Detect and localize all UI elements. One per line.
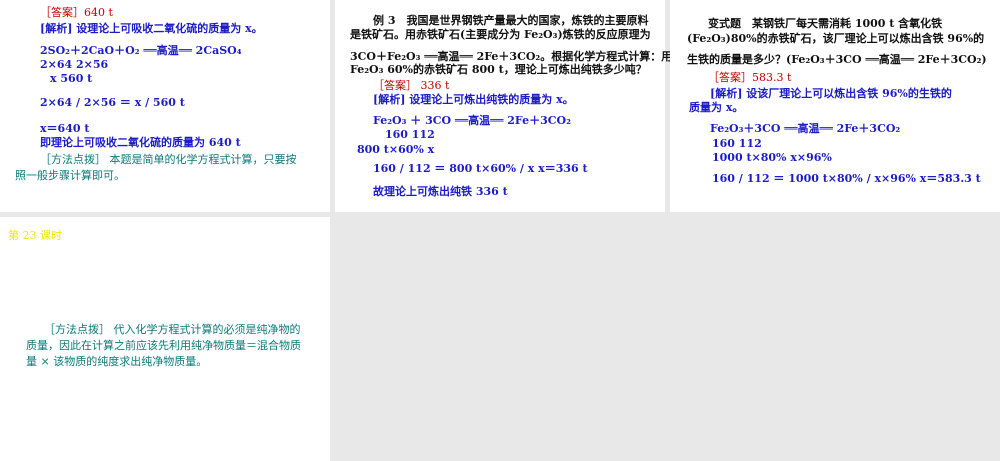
- text-line: Fe₂O₃＋3CO ══高温══ 2Fe＋3CO₂: [710, 122, 901, 135]
- text-line: 2×64 2×56: [40, 58, 109, 71]
- text-line: 160 112: [712, 137, 762, 150]
- text-line: Fe₂O₃ 60%的赤铁矿石 800 t，理论上可炼出纯铁多少吨？: [350, 63, 647, 76]
- text-line: 2SO₂＋2CaO＋O₂ ══高温══ 2CaSO₄: [40, 44, 242, 57]
- text-line: 质量，因此在计算之前应该先利用纯净物质量＝混合物质: [26, 339, 301, 352]
- text-line: 1000 t×80% x×96%: [712, 151, 832, 164]
- text-line: ［答案］640 t: [40, 6, 113, 19]
- text-line: 量 × 该物质的纯度求出纯净物质量。: [26, 355, 208, 368]
- text-line: 质量为 x。: [689, 101, 744, 114]
- text-line: x＝640 t: [40, 122, 90, 135]
- text-line: ［方法点拨］ 代入化学方程式计算的必须是纯净物的: [44, 323, 301, 336]
- lesson-title: 第 23 课时: [8, 229, 62, 242]
- text-line: x 560 t: [50, 72, 93, 85]
- text-line: [解析] 设理论上可炼出纯铁的质量为 x。: [373, 93, 574, 106]
- text-line: (Fe₂O₃)80%的赤铁矿石，该厂理论上可以炼出含铁 96%的: [687, 32, 985, 45]
- text-line: 800 t×60% x: [357, 143, 435, 156]
- text-line: 变式题 某钢铁厂每天需消耗 1000 t 含氧化铁: [708, 17, 943, 30]
- text-line: 照一般步骤计算即可。: [15, 169, 125, 182]
- slide-3[interactable]: 变式题 某钢铁厂每天需消耗 1000 t 含氧化铁 (Fe₂O₃)80%的赤铁矿石…: [670, 0, 1000, 212]
- text-line: 即理论上可吸收二氧化硫的质量为 640 t: [40, 136, 241, 149]
- text-line: 160 112: [385, 128, 435, 141]
- slide-1[interactable]: ［答案］640 t [解析] 设理论上可吸收二氧化硫的质量为 x。 2SO₂＋2Ca…: [0, 0, 330, 212]
- text-line: 160 / 112 ＝ 1000 t×80% / x×96% x＝583.3 t: [712, 172, 981, 185]
- text-line: 160 / 112 ＝ 800 t×60% / x x＝336 t: [373, 162, 588, 175]
- text-line: 例 3 我国是世界钢铁产量最大的国家，炼铁的主要原料: [373, 14, 649, 27]
- text-line: 生铁的质量是多少？(Fe₂O₃＋3CO ══高温══ 2Fe＋3CO₂): [687, 53, 987, 66]
- text-line: Fe₂O₃ ＋ 3CO ══高温══ 2Fe＋3CO₂: [373, 114, 571, 127]
- text-line: 是铁矿石。用赤铁矿石(主要成分为 Fe₂O₃)炼铁的反应原理为: [350, 28, 651, 41]
- text-line: ［方法点拨］ 本题是简单的化学方程式计算，只要按: [40, 153, 297, 166]
- text-line: ［答案］ 336 t: [373, 79, 450, 92]
- text-line: [解析] 设该厂理论上可以炼出含铁 96%的生铁的: [710, 87, 952, 100]
- text-line: ［答案］583.3 t: [708, 71, 792, 84]
- text-line: 故理论上可炼出纯铁 336 t: [373, 185, 508, 198]
- text-line: 2×64 / 2×56 ＝ x / 560 t: [40, 96, 185, 109]
- text-line: 3CO＋Fe₂O₃ ══高温══ 2Fe＋3CO₂。根据化学方程式计算：用含: [350, 50, 684, 63]
- slide-4[interactable]: 第 23 课时 ［方法点拨］ 代入化学方程式计算的必须是纯净物的质量，因此在计算…: [0, 217, 330, 461]
- slide-2[interactable]: 例 3 我国是世界钢铁产量最大的国家，炼铁的主要原料 是铁矿石。用赤铁矿石(主要成…: [335, 0, 683, 212]
- text-line: [解析] 设理论上可吸收二氧化硫的质量为 x。: [40, 22, 263, 35]
